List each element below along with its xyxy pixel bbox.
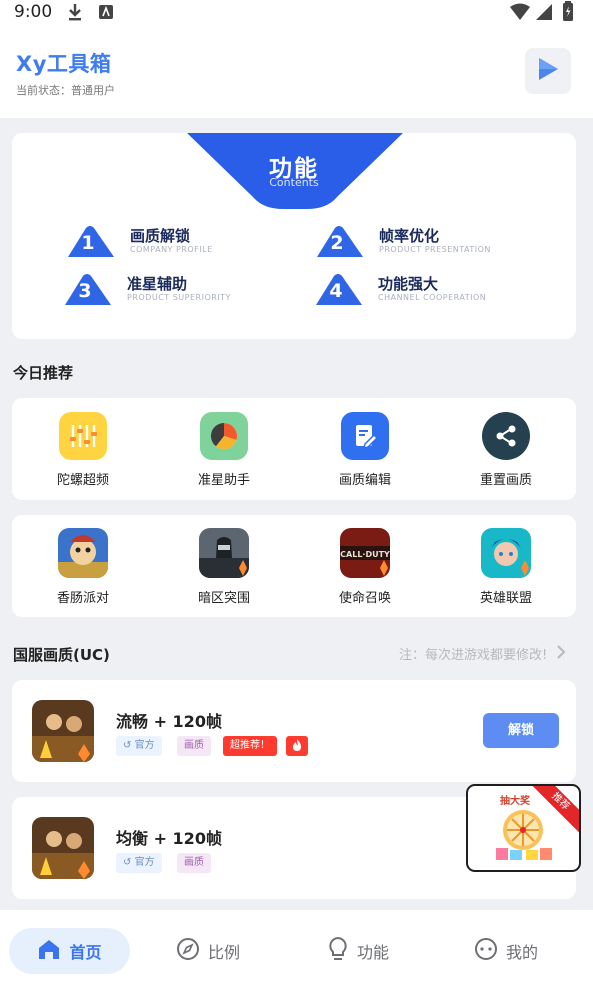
download-icon — [66, 2, 84, 26]
profile-icon — [474, 937, 498, 965]
tag-official: ↺ 官方 — [116, 736, 162, 756]
sausage-party-icon — [58, 528, 108, 578]
tag-recommended: 超推荐！ — [223, 736, 277, 756]
tag-quality: 画质 — [177, 853, 211, 873]
prize-wheel-icon — [492, 806, 554, 868]
home-icon — [37, 938, 61, 964]
nav-ratio[interactable]: 比例 — [160, 928, 256, 974]
game-item[interactable]: 暗区突围 — [174, 528, 274, 606]
item-title: 均衡 + 120帧 — [116, 829, 222, 848]
pie-chart-icon — [200, 412, 248, 460]
game-label: 暗区突围 — [197, 591, 250, 606]
game-item[interactable]: 香肠派对 — [33, 528, 133, 606]
feature-title: 功能强大 — [378, 275, 439, 293]
feature-title: 准星辅助 — [127, 275, 188, 293]
compass-icon — [176, 937, 200, 965]
signal-icon — [535, 3, 553, 25]
status-bar: 9:00 — [0, 0, 593, 26]
ad-title: 抽大奖 — [500, 796, 530, 807]
feature-number: 1 — [81, 232, 95, 254]
battery-icon — [562, 1, 574, 25]
item-title: 流畅 + 120帧 — [116, 712, 222, 731]
tools-grid: 陀螺超频 准星助手 画质编辑 重置画质 — [12, 398, 576, 500]
banner-subtitle: Contents — [269, 176, 319, 189]
tool-label: 重置画质 — [479, 473, 532, 488]
edit-document-icon — [341, 412, 389, 460]
tool-item[interactable]: 重置画质 — [456, 412, 556, 488]
bottom-nav: 首页 比例 功能 我的 — [0, 910, 593, 993]
nav-label: 功能 — [356, 943, 389, 962]
share-icon — [482, 412, 530, 460]
feature-item: 1 画质解锁 COMPANY PROFILE — [62, 225, 282, 265]
play-button[interactable] — [525, 48, 571, 94]
app-notification-icon — [98, 4, 114, 24]
call-of-duty-icon: CALL·DUTY — [340, 528, 390, 578]
feature-subtitle: PRODUCT SUPERIORITY — [127, 293, 231, 302]
tool-label: 准星助手 — [197, 473, 250, 488]
sliders-icon — [59, 412, 107, 460]
feature-subtitle: CHANNEL COOPERATION — [378, 293, 487, 302]
tool-item[interactable]: 准星助手 — [174, 412, 274, 488]
feature-item: 3 准星辅助 PRODUCT SUPERIORITY — [59, 273, 279, 313]
lucky-draw-ad[interactable]: 推荐 抽大奖 — [466, 784, 581, 872]
section-title-recommend: 今日推荐 — [13, 364, 74, 382]
play-icon — [536, 56, 560, 86]
nav-functions[interactable]: 功能 — [310, 928, 406, 974]
nav-label: 首页 — [69, 943, 102, 962]
feature-number: 4 — [329, 280, 343, 302]
chevron-right-icon[interactable] — [556, 644, 566, 664]
game-item[interactable]: CALL·DUTY 使命召唤 — [315, 528, 415, 606]
game-item[interactable]: 英雄联盟 — [456, 528, 556, 606]
unlock-button[interactable]: 解锁 — [483, 713, 559, 748]
app-header: Xy工具箱 当前状态：普通用户 — [0, 26, 593, 118]
feature-number: 2 — [330, 232, 344, 254]
status-time: 9:00 — [14, 2, 53, 22]
tag-quality: 画质 — [177, 736, 211, 756]
features-banner: 功能 Contents 1 画质解锁 COMPANY PROFILE 2 帧率优… — [12, 133, 576, 339]
feature-number: 3 — [78, 280, 92, 302]
feature-subtitle: COMPANY PROFILE — [130, 245, 213, 254]
wifi-icon — [509, 3, 531, 25]
tag-official: ↺ 官方 — [116, 853, 162, 873]
feature-item: 4 功能强大 CHANNEL COOPERATION — [310, 273, 530, 313]
fire-icon — [286, 736, 308, 756]
feature-title: 画质解锁 — [130, 227, 191, 245]
pubg-thumbnail — [32, 700, 94, 762]
feature-subtitle: PRODUCT PRESENTATION — [379, 245, 491, 254]
pubg-thumbnail — [32, 817, 94, 879]
svg-text:CALL·DUTY: CALL·DUTY — [340, 550, 390, 559]
section-title-uc: 国服画质(UC) — [13, 646, 110, 664]
nav-label: 我的 — [505, 943, 538, 962]
tool-label: 陀螺超频 — [56, 473, 109, 488]
tool-item[interactable]: 画质编辑 — [315, 412, 415, 488]
tool-label: 画质编辑 — [338, 473, 391, 488]
app-title: Xy工具箱 — [16, 52, 112, 76]
user-status-text: 当前状态：普通用户 — [16, 84, 115, 97]
quality-item-card: 流畅 + 120帧 ↺ 官方 画质 超推荐！ 解锁 — [12, 680, 576, 782]
arena-breakout-icon — [199, 528, 249, 578]
feature-title: 帧率优化 — [379, 227, 440, 245]
official-icon: ↺ — [123, 740, 135, 751]
lightbulb-icon — [327, 936, 349, 966]
games-grid: 香肠派对 暗区突围 CALL·DUTY 使命召唤 英雄联盟 — [12, 515, 576, 617]
nav-profile[interactable]: 我的 — [458, 928, 554, 974]
uc-note[interactable]: 注：每次进游戏都要修改! — [399, 644, 547, 663]
official-icon: ↺ — [123, 857, 135, 868]
game-label: 使命召唤 — [338, 591, 391, 606]
game-label: 香肠派对 — [56, 591, 109, 606]
league-of-legends-icon — [481, 528, 531, 578]
nav-label: 比例 — [207, 943, 240, 962]
tool-item[interactable]: 陀螺超频 — [33, 412, 133, 488]
feature-item: 2 帧率优化 PRODUCT PRESENTATION — [311, 225, 531, 265]
nav-home[interactable]: 首页 — [9, 928, 130, 974]
game-label: 英雄联盟 — [479, 591, 532, 606]
